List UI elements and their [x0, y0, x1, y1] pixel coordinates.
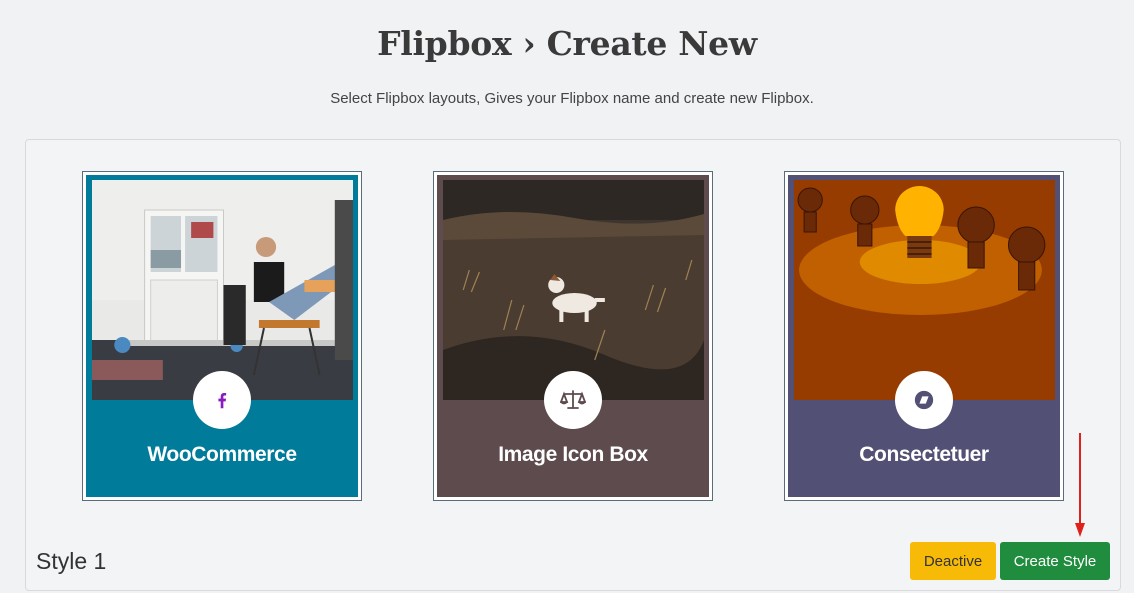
page-title: Flipbox › Create New: [377, 24, 757, 63]
flipbox-card-consectetuer[interactable]: Consectetuer: [784, 171, 1064, 501]
style-panel: WooCommerce Image Icon Box Consectetuer …: [25, 139, 1121, 591]
red-arrow-annotation: [1075, 433, 1085, 537]
compass-icon: [914, 390, 934, 410]
page-subtitle: Select Flipbox layouts, Gives your Flipb…: [330, 90, 814, 107]
card-face: Consectetuer: [788, 175, 1060, 497]
card-title: Image Icon Box: [498, 443, 648, 466]
facebook-icon: [218, 392, 227, 409]
card-image-dog: [443, 180, 704, 400]
flipbox-card-woocommerce[interactable]: WooCommerce: [82, 171, 362, 501]
icon-badge: [544, 371, 602, 429]
icon-badge: [193, 371, 251, 429]
card-image-bulbs: [794, 180, 1055, 400]
card-face: Image Icon Box: [437, 175, 709, 497]
card-title: Consectetuer: [859, 443, 989, 466]
card-face: WooCommerce: [86, 175, 358, 497]
balance-scale-icon: [560, 390, 586, 409]
deactive-button[interactable]: Deactive: [910, 542, 996, 580]
style-label: Style 1: [36, 548, 107, 574]
card-title: WooCommerce: [147, 443, 297, 466]
create-style-button[interactable]: Create Style: [1000, 542, 1110, 580]
flipbox-card-image-icon-box[interactable]: Image Icon Box: [433, 171, 713, 501]
icon-badge: [895, 371, 953, 429]
card-image-room: [92, 180, 353, 400]
